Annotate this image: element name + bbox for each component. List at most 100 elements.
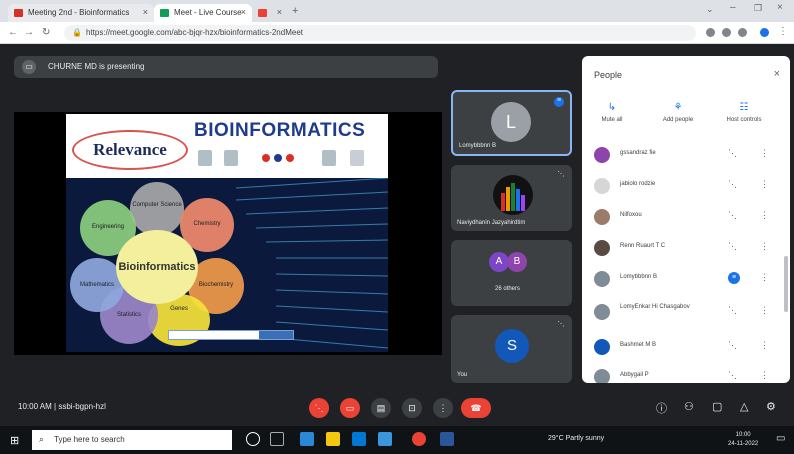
participant-name: Naviydhanin Jazyahirdtim	[457, 220, 526, 226]
more-options-icon[interactable]: ⋮	[760, 241, 769, 252]
back-icon[interactable]: ←	[8, 27, 18, 38]
browser-menu-icon[interactable]: ⋮	[778, 26, 788, 37]
participant-tile[interactable]: L ≡ Lomybbbnn B	[451, 90, 572, 156]
windows-taskbar: ⊞ ⌕ Type here to search 29°C Partly sunn…	[0, 426, 794, 454]
more-options-icon[interactable]: ⋮	[760, 340, 769, 351]
leave-call-button[interactable]: ☎	[461, 398, 491, 418]
close-icon[interactable]: ×	[774, 68, 780, 80]
avatar	[493, 175, 533, 215]
minimize-icon[interactable]: –	[730, 2, 736, 13]
more-options-icon[interactable]: ⋮	[760, 148, 769, 159]
camera-permission-icon[interactable]	[706, 28, 715, 37]
info-icon[interactable]: ⓘ	[656, 400, 667, 416]
present-button[interactable]: ⊡	[402, 398, 422, 418]
more-options-icon[interactable]: ⋮	[760, 272, 769, 283]
more-options-icon[interactable]: ⋮	[760, 305, 769, 316]
avatar	[594, 339, 610, 355]
meeting-info: 10:00 AM | ssbi-bgpn-hzl	[18, 402, 106, 411]
petal-label: Statistics	[116, 312, 141, 318]
file-explorer-icon[interactable]	[326, 432, 340, 446]
weather-tray[interactable]: 29°C Partly sunny	[548, 435, 604, 442]
participant-name: You	[457, 372, 468, 378]
browser-tab-1[interactable]: Meeting 2nd - Bioinformatics ×	[8, 4, 154, 22]
maximize-icon[interactable]: ❐	[754, 3, 762, 14]
host-controls-icon[interactable]: ⚙	[766, 400, 776, 413]
search-icon: ⌕	[39, 434, 45, 444]
participant-row[interactable]: Abbygail P ⋱ ⋮	[582, 362, 778, 383]
close-tab-icon[interactable]: ×	[277, 7, 282, 17]
taskbar-search-input[interactable]: ⌕ Type here to search	[32, 430, 232, 450]
mute-all-button[interactable]: ↳ Mute all	[582, 102, 642, 123]
task-view-icon[interactable]	[270, 432, 284, 446]
slide-magnifier-icon	[350, 150, 364, 166]
slide-molecule-icon	[262, 154, 270, 162]
presentation-slide: Relevance BIOINFORMATICS Computer Scienc…	[66, 114, 388, 352]
people-scrollbar[interactable]	[784, 256, 788, 312]
participant-name: Abbygail P	[620, 372, 649, 378]
participant-row[interactable]: Nilfoxou ⋱ ⋮	[582, 202, 778, 230]
browser-tab-2[interactable]: Meet - Live Course ×	[154, 4, 252, 22]
participant-row[interactable]: gssandraz fie ⋱ ⋮	[582, 140, 778, 168]
url-text: https://meet.google.com/abc-bjqr-hzx/bio…	[86, 28, 303, 37]
extensions-icon[interactable]	[738, 28, 747, 37]
browser-tab-3[interactable]: ×	[254, 4, 284, 22]
close-tab-icon[interactable]: ×	[241, 7, 246, 17]
taskbar-app-icon[interactable]	[378, 432, 392, 446]
slide-chart-icon	[322, 150, 336, 166]
meet-favicon-icon	[160, 9, 169, 17]
mic-off-button[interactable]: ⋱	[309, 398, 329, 418]
taskbar-clock[interactable]: 10:00 24-11-2022	[728, 431, 758, 449]
muted-mic-icon[interactable]: ⋱	[728, 179, 737, 190]
profile-avatar[interactable]	[760, 28, 769, 37]
taskbar-app-icon[interactable]	[300, 432, 314, 446]
more-options-icon[interactable]: ⋮	[760, 210, 769, 221]
add-people-button[interactable]: ⚘ Add people	[648, 102, 708, 123]
tab-search-icon[interactable]: ⌄	[706, 4, 714, 15]
chat-icon[interactable]: ▢	[712, 400, 722, 413]
more-options-button[interactable]: ⋮	[433, 398, 453, 418]
windows-start-icon[interactable]: ⊞	[10, 434, 19, 447]
mail-icon[interactable]	[352, 432, 366, 446]
participant-row[interactable]: Bashmet M B ⋱ ⋮	[582, 332, 778, 360]
forward-icon[interactable]: →	[24, 27, 34, 38]
star-icon[interactable]	[722, 28, 731, 37]
close-tab-icon[interactable]: ×	[143, 7, 148, 17]
self-tile[interactable]: S ⋱ You	[451, 315, 572, 383]
others-tile[interactable]: A B 26 others	[451, 240, 572, 306]
activities-icon[interactable]: △	[740, 400, 748, 413]
petal-label: Computer Science	[132, 202, 182, 208]
petal-label: Mathematics	[79, 282, 114, 288]
muted-mic-icon[interactable]: ⋱	[728, 210, 737, 221]
muted-mic-icon[interactable]: ⋱	[728, 148, 737, 159]
participant-name: Renn Ruaurt T C	[620, 243, 666, 249]
word-icon[interactable]	[440, 432, 454, 446]
url-field[interactable]: 🔒 https://meet.google.com/abc-bjqr-hzx/b…	[64, 25, 696, 41]
new-tab-icon[interactable]: +	[292, 5, 298, 17]
participant-name: Nilfoxou	[620, 212, 642, 218]
notifications-icon[interactable]: ▭	[776, 433, 785, 444]
muted-mic-icon[interactable]: ⋱	[728, 340, 737, 351]
avatar	[594, 178, 610, 194]
captions-button[interactable]: ▤	[371, 398, 391, 418]
participant-row[interactable]: jabiolo rodzie ⋱ ⋮	[582, 171, 778, 199]
window-close-icon[interactable]: ×	[777, 2, 783, 13]
reload-icon[interactable]: ↻	[42, 27, 50, 38]
participant-row[interactable]: LomyEnkar Hi Chasgabov ⋱ ⋮	[582, 295, 778, 329]
muted-mic-icon[interactable]: ⋱	[728, 305, 737, 316]
cortana-icon[interactable]	[246, 432, 260, 446]
more-options-icon[interactable]: ⋮	[760, 370, 769, 381]
people-icon[interactable]: ⚇	[684, 400, 694, 413]
search-placeholder: Type here to search	[54, 435, 125, 444]
participant-tile[interactable]: ⋱ Naviydhanin Jazyahirdtim	[451, 165, 572, 231]
chrome-icon[interactable]	[412, 432, 426, 446]
participant-row[interactable]: Lomybbbnn B ≡ ⋮	[582, 264, 778, 292]
more-options-icon[interactable]: ⋮	[760, 179, 769, 190]
muted-mic-icon[interactable]: ⋱	[728, 241, 737, 252]
camera-off-button[interactable]: ▭	[340, 398, 360, 418]
tab-label: Meeting 2nd - Bioinformatics	[28, 8, 130, 17]
muted-mic-icon: ⋱	[557, 171, 565, 178]
participant-name: Lomybbbnn B	[459, 143, 497, 149]
host-controls-button[interactable]: ☷ Host controls	[714, 102, 774, 123]
muted-mic-icon[interactable]: ⋱	[728, 370, 737, 381]
participant-row[interactable]: Renn Ruaurt T C ⋱ ⋮	[582, 233, 778, 261]
